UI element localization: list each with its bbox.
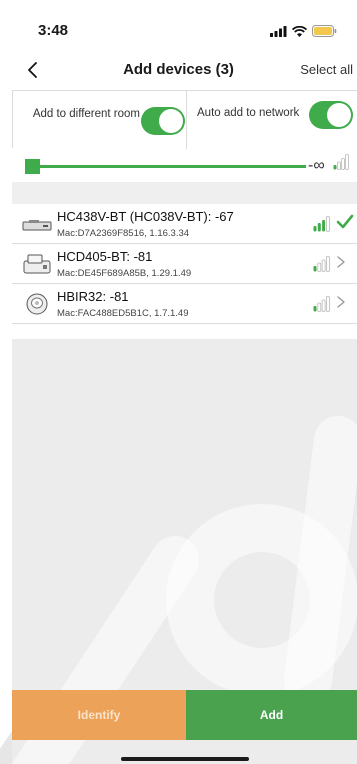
device-row[interactable]: HCD405-BT: -81 Mac:DE45F689A85B, 1.29.1.… (12, 244, 357, 284)
status-icons (270, 24, 337, 38)
device-list: HC438V-BT (HC038V-BT): -67 Mac:D7A2369F8… (12, 204, 357, 324)
slider-value: -∞ (308, 157, 325, 174)
select-all-button[interactable]: Select all (300, 62, 353, 77)
nav-bar: Add devices (3) Select all (0, 50, 357, 90)
auto-add-label: Auto add to network (197, 107, 300, 119)
list-separator (12, 182, 357, 204)
identify-button[interactable]: Identify (12, 690, 186, 740)
add-to-room-label: Add to different room (32, 108, 140, 120)
toggle-knob (159, 109, 183, 133)
device-mac: Mac:FAC488ED5B1C, 1.7.1.49 (57, 308, 189, 319)
app-screen: 3:48 Add devices (3) Select all Add to d… (0, 0, 357, 764)
options-panel: Add to different room Auto add to networ… (12, 90, 357, 149)
add-to-room-toggle[interactable] (141, 107, 185, 135)
home-indicator (121, 757, 249, 761)
slider-track[interactable] (26, 165, 306, 168)
checkmark-icon (336, 214, 354, 229)
signal-icon (270, 25, 287, 37)
add-button[interactable]: Add (186, 690, 357, 740)
device-mac: Mac:DE45F689A85B, 1.29.1.49 (57, 268, 192, 279)
signal-strength-icon (333, 154, 349, 170)
device-row[interactable]: HC438V-BT (HC038V-BT): -67 Mac:D7A2369F8… (12, 204, 357, 244)
chevron-right-icon (337, 256, 345, 268)
device-name: HC438V-BT (HC038V-BT): -67 (57, 209, 234, 224)
signal-strength-icon (313, 296, 330, 312)
device-name: HCD405-BT: -81 (57, 249, 153, 264)
wifi-icon (292, 25, 307, 37)
signal-strength-icon (313, 216, 330, 232)
chevron-right-icon (337, 296, 345, 308)
sensor-device-icon (26, 293, 48, 315)
slider-handle[interactable] (25, 159, 40, 174)
device-name: HBIR32: -81 (57, 289, 129, 304)
add-to-room-option: Add to different room (13, 91, 187, 149)
auto-add-toggle[interactable] (309, 101, 353, 129)
bridge-device-icon (22, 220, 52, 231)
footer-actions: Identify Add (12, 690, 357, 740)
status-time: 3:48 (38, 22, 69, 39)
toggle-knob (327, 103, 351, 127)
status-bar: 3:48 (0, 0, 357, 48)
signal-threshold-slider: -∞ (12, 150, 357, 180)
signal-strength-icon (313, 256, 330, 272)
device-row[interactable]: HBIR32: -81 Mac:FAC488ED5B1C, 1.7.1.49 (12, 284, 357, 324)
battery-icon (312, 25, 337, 37)
controller-device-icon (23, 254, 51, 274)
device-mac: Mac:D7A2369F8516, 1.16.3.34 (57, 228, 190, 239)
